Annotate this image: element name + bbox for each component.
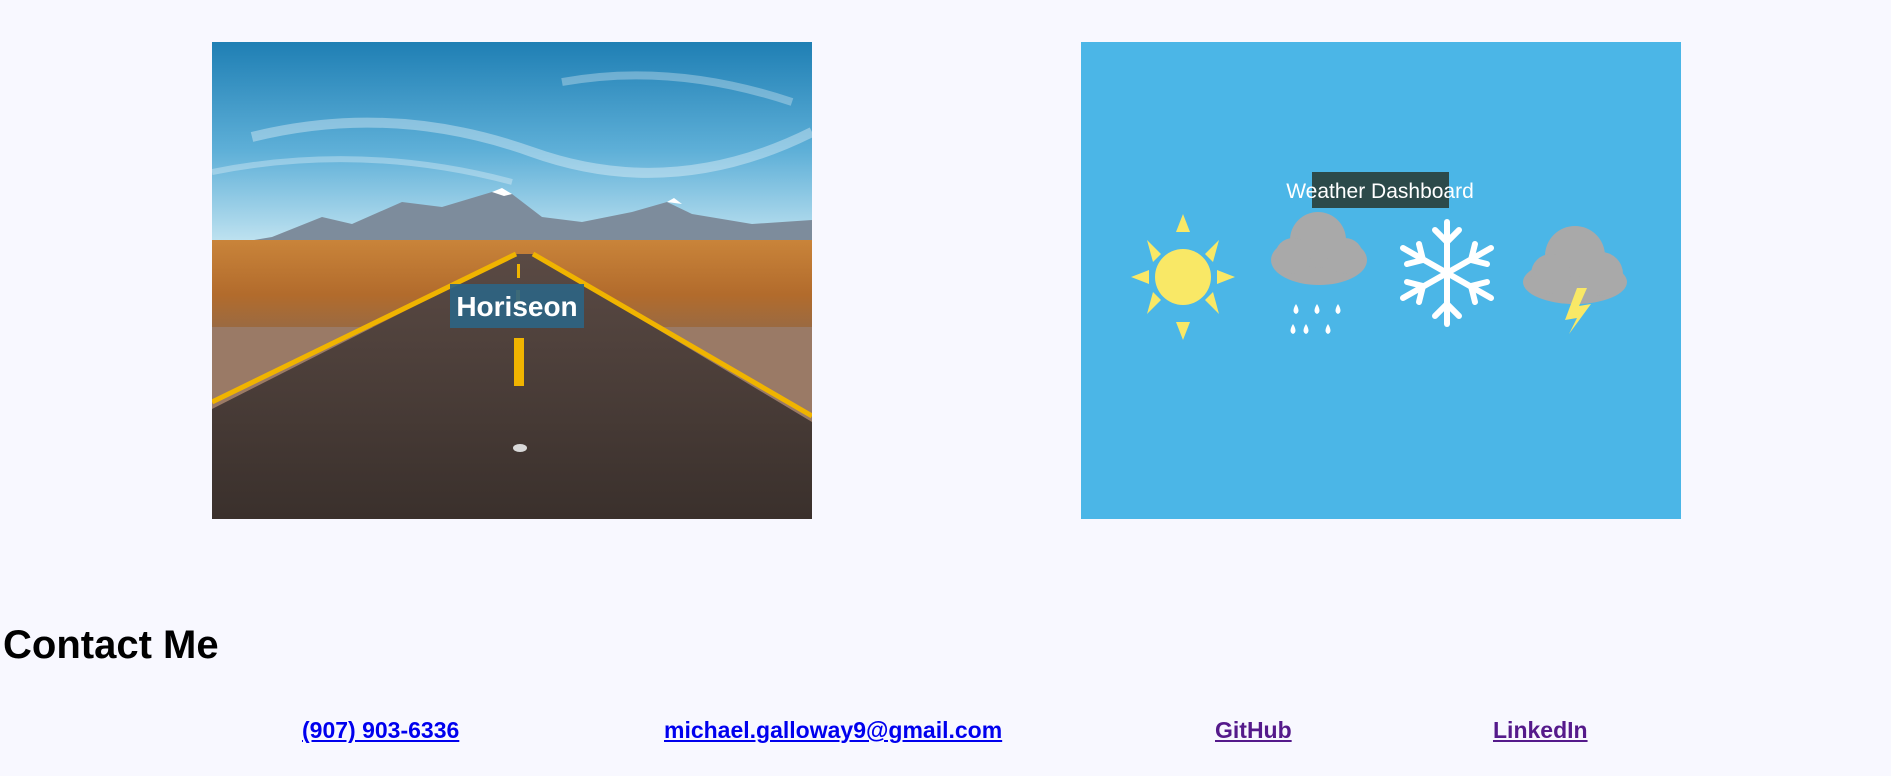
weather-dashboard-label: Weather Dashboard xyxy=(1286,180,1474,203)
project-card-weather-dashboard[interactable]: Weather Dashboard xyxy=(1081,42,1681,519)
horiseon-label: Horiseon xyxy=(456,291,577,322)
desert-road-image: Horiseon xyxy=(212,42,812,519)
project-card-horiseon[interactable]: Horiseon xyxy=(212,42,812,519)
contact-heading: Contact Me xyxy=(3,623,219,667)
linkedin-link[interactable]: LinkedIn xyxy=(1493,716,1588,744)
github-link[interactable]: GitHub xyxy=(1215,716,1292,744)
email-link[interactable]: michael.galloway9@gmail.com xyxy=(664,716,1002,744)
phone-link[interactable]: (907) 903-6336 xyxy=(302,716,459,744)
portfolio-page: Horiseon Weather Dashboard Contact Me (9… xyxy=(0,0,1891,776)
weather-icons-image: Weather Dashboard xyxy=(1081,42,1681,519)
